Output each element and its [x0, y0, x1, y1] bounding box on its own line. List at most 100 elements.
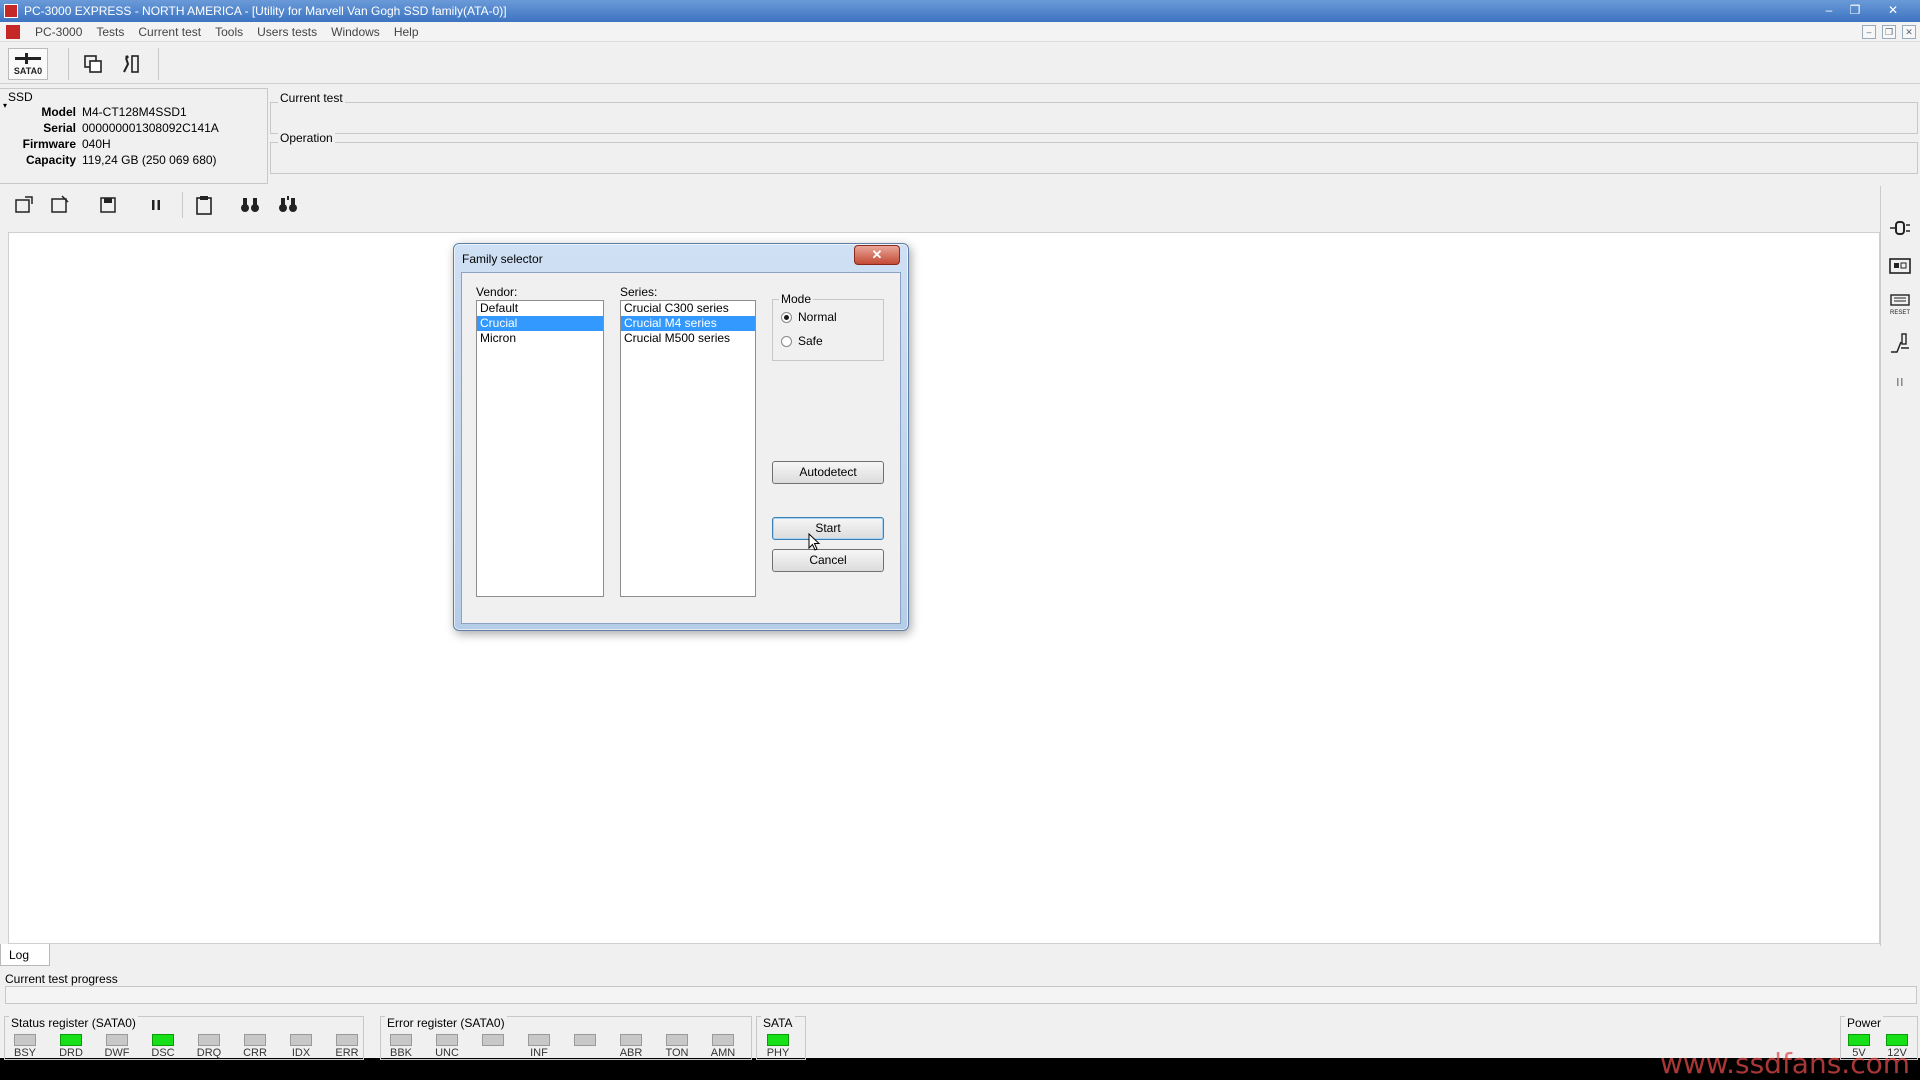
led-label: BBK [389, 1047, 412, 1059]
mode-safe-radio[interactable]: Safe [781, 334, 823, 348]
exit-utility-button[interactable] [118, 52, 144, 76]
save-button[interactable] [94, 191, 122, 219]
menu-item-current-test[interactable]: Current test [131, 25, 208, 39]
ssd-info-panel: SSD ▾ Model M4-CT128M4SSD1 Serial 000000… [0, 88, 268, 184]
dialog-body: Vendor: Default Crucial Micron Series: C… [461, 272, 901, 624]
pause-button[interactable] [142, 191, 170, 219]
toolbar-separator [68, 48, 69, 80]
save-test-button[interactable] [46, 191, 74, 219]
start-button[interactable]: Start [772, 517, 884, 540]
find-next-button[interactable] [274, 191, 302, 219]
led-sata-phy [767, 1034, 789, 1046]
mdi-restore-button[interactable]: ❐ [1882, 25, 1896, 39]
copy-windows-button[interactable] [80, 52, 106, 76]
right-pause-button[interactable] [1886, 368, 1914, 396]
window-titlebar[interactable]: PC-3000 EXPRESS - NORTH AMERICA - [Utili… [0, 0, 1920, 22]
family-selector-dialog: Family selector ✕ Vendor: Default Crucia… [453, 243, 909, 631]
power-control-button[interactable] [1886, 214, 1914, 242]
ssd-capacity-key: Capacity [25, 153, 76, 167]
led-error-register-unused-2 [482, 1034, 504, 1046]
sata-label: SATA [761, 1016, 795, 1030]
dialog-close-button[interactable]: ✕ [854, 245, 900, 265]
mdi-minimize-button[interactable]: – [1862, 25, 1876, 39]
series-item-m4[interactable]: Crucial M4 series [621, 316, 755, 331]
menu-item-pc3000[interactable]: PC-3000 [28, 25, 89, 39]
led-label: DWF [104, 1047, 130, 1059]
clipboard-icon [196, 196, 212, 215]
sata-port-button[interactable]: SATA0 [8, 48, 48, 80]
led-status-register-err [336, 1034, 358, 1046]
dialog-title: Family selector [462, 252, 543, 266]
cancel-button[interactable]: Cancel [772, 549, 884, 572]
series-list[interactable]: Crucial C300 series Crucial M4 series Cr… [620, 300, 756, 597]
menu-item-users-tests[interactable]: Users tests [250, 25, 324, 39]
vendor-item-micron[interactable]: Micron [477, 331, 603, 346]
open-test-button[interactable] [10, 191, 38, 219]
current-test-progress-label: Current test progress [5, 972, 118, 986]
operation-label: Operation [278, 131, 335, 145]
sata-port-label: SATA0 [13, 66, 43, 76]
menu-item-tools[interactable]: Tools [208, 25, 250, 39]
vendor-list[interactable]: Default Crucial Micron [476, 300, 604, 597]
series-item-m500[interactable]: Crucial M500 series [621, 331, 755, 346]
maximize-button[interactable]: ❐ [1842, 2, 1868, 19]
binoculars-icon [241, 198, 259, 212]
led-error-register-ton [666, 1034, 688, 1046]
menu-item-windows[interactable]: Windows [324, 25, 387, 39]
exit-door-icon [123, 55, 139, 73]
current-test-progress-bar [5, 986, 1917, 1004]
copy-log-button[interactable] [190, 191, 218, 219]
led-status-register-drd [60, 1034, 82, 1046]
led-error-register-amn [712, 1034, 734, 1046]
menu-item-tests[interactable]: Tests [89, 25, 131, 39]
menu-item-help[interactable]: Help [387, 25, 426, 39]
led-error-register-abr [620, 1034, 642, 1046]
autodetect-button[interactable]: Autodetect [772, 461, 884, 484]
ssd-serial-value: 000000001308092C141A [82, 121, 219, 135]
vendor-item-default[interactable]: Default [477, 301, 603, 316]
window-title: PC-3000 EXPRESS - NORTH AMERICA - [Utili… [24, 4, 507, 18]
toolbar-separator [158, 48, 159, 80]
log-work-area[interactable] [8, 232, 1880, 944]
led-status-register-drq [198, 1034, 220, 1046]
led-label: IDX [291, 1047, 311, 1059]
board-settings-button[interactable] [1886, 252, 1914, 280]
led-status-register-dsc [152, 1034, 174, 1046]
led-status-register-bsy [14, 1034, 36, 1046]
led-status-register-dwf [106, 1034, 128, 1046]
app-logo-icon [4, 4, 18, 18]
minimize-button[interactable]: – [1816, 2, 1842, 19]
ssd-capacity-row: Capacity 119,24 GB (250 069 680) [0, 153, 268, 169]
mouse-cursor-icon [808, 533, 821, 551]
main-toolbar: SATA0 [0, 44, 1920, 84]
mode-safe-label: Safe [798, 334, 823, 348]
find-button[interactable] [236, 191, 264, 219]
vendor-label: Vendor: [476, 285, 518, 299]
mode-label: Mode [779, 292, 814, 306]
ssd-model-value: M4-CT128M4SSD1 [82, 105, 187, 119]
mode-normal-radio[interactable]: Normal [781, 310, 837, 324]
right-side-toolbar: RESET [1880, 186, 1918, 946]
pause-icon [1897, 378, 1903, 386]
led-label: BSY [13, 1047, 36, 1059]
sata-phy-button[interactable] [1886, 330, 1914, 358]
led-label: PHY [766, 1047, 790, 1059]
mdi-close-button[interactable]: ✕ [1902, 25, 1916, 39]
status-register-label: Status register (SATA0) [9, 1016, 138, 1030]
open-test-icon [15, 196, 33, 213]
mode-groupbox: Mode Normal Safe [772, 292, 884, 361]
mode-normal-label: Normal [798, 310, 837, 324]
led-power-12v [1886, 1034, 1908, 1046]
led-label: TON [665, 1047, 689, 1059]
radio-unchecked-icon [781, 335, 792, 347]
led-status-register-crr [244, 1034, 266, 1046]
tab-log[interactable]: Log [0, 944, 50, 966]
close-window-button[interactable]: ✕ [1880, 2, 1906, 19]
led-label: DRD [59, 1047, 83, 1059]
menu-bar: PC-3000 Tests Current test Tools Users t… [0, 22, 1920, 42]
led-label: CRR [243, 1047, 267, 1059]
copy-windows-icon [84, 55, 102, 73]
series-item-c300[interactable]: Crucial C300 series [621, 301, 755, 316]
vendor-item-crucial[interactable]: Crucial [477, 316, 603, 331]
reset-button[interactable]: RESET [1886, 290, 1914, 318]
